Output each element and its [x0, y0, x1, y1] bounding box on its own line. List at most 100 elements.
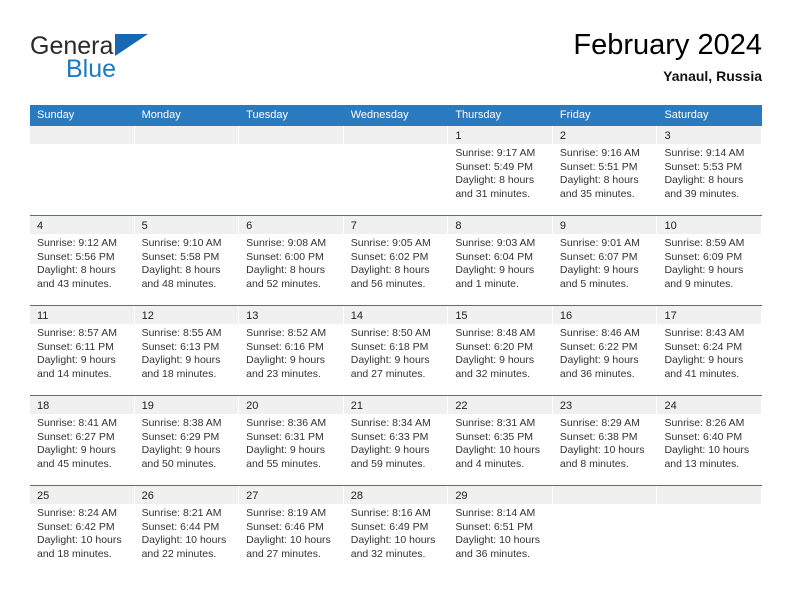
- calendar-day-cell[interactable]: 9 Sunrise: 9:01 AM Sunset: 6:07 PM Daylight…: [552, 216, 658, 305]
- calendar-day-cell[interactable]: 8 Sunrise: 9:03 AM Sunset: 6:04 PM Daylight…: [448, 216, 553, 305]
- calendar-day-cell[interactable]: 13 Sunrise: 8:52 AM Sunset: 6:16 PM Dayligh…: [239, 306, 344, 395]
- day-number: 20: [246, 400, 259, 412]
- sunset-text: Sunset: 6:24 PM: [664, 340, 743, 353]
- daylight-text: Daylight: 9 hours: [455, 264, 535, 277]
- day-number: 6: [246, 220, 253, 232]
- calendar-day-cell[interactable]: 23 Sunrise: 8:29 AM Sunset: 6:38 PM Dayligh…: [552, 396, 658, 485]
- calendar-day-cell[interactable]: 29 Sunrise: 8:14 AM Sunset: 6:51 PM Dayligh…: [448, 486, 553, 575]
- calendar-day-cell[interactable]: 3 Sunrise: 9:14 AM Sunset: 5:53 PM Daylight…: [657, 126, 763, 215]
- day-number: 29: [455, 490, 468, 502]
- calendar-day-cell[interactable]: 22 Sunrise: 8:31 AM Sunset: 6:35 PM Dayligh…: [448, 396, 553, 485]
- daylight-text: Daylight: 9 hours: [455, 354, 535, 367]
- calendar-day-cell[interactable]: 1 Sunrise: 9:17 AM Sunset: 5:49 PM Daylight…: [448, 126, 553, 215]
- day-number: 17: [664, 310, 677, 322]
- sunrise-text: Sunrise: 8:26 AM: [664, 417, 745, 429]
- daylight-text: Daylight: 9 hours: [664, 354, 744, 367]
- calendar-day-cell[interactable]: 26 Sunrise: 8:21 AM Sunset: 6:44 PM Dayligh…: [134, 486, 240, 575]
- daylight-text-cont: and 8 minutes.: [559, 457, 629, 470]
- sunrise-text: Sunrise: 8:52 AM: [246, 327, 327, 339]
- calendar-day-cell-empty: [552, 486, 658, 575]
- daylight-text: Daylight: 10 hours: [350, 534, 436, 547]
- day-number-band: 27: [239, 486, 343, 504]
- day-number: 2: [559, 130, 567, 142]
- sunset-text: Sunset: 5:51 PM: [559, 160, 638, 173]
- calendar-day-cell[interactable]: 27 Sunrise: 8:19 AM Sunset: 6:46 PM Dayligh…: [239, 486, 344, 575]
- day-details: Sunrise: 8:50 AM Sunset: 6:18 PM Daylight:…: [344, 324, 448, 381]
- sunset-text: Sunset: 6:16 PM: [246, 340, 324, 353]
- calendar-week-row: 18 Sunrise: 8:41 AM Sunset: 6:27 PM Dayligh…: [30, 395, 763, 485]
- sunrise-text: Sunrise: 8:34 AM: [350, 417, 431, 429]
- calendar-day-cell[interactable]: 14 Sunrise: 8:50 AM Sunset: 6:18 PM Dayligh…: [343, 306, 449, 395]
- day-number: 5: [141, 220, 148, 232]
- daylight-text: Daylight: 10 hours: [455, 444, 540, 457]
- sunrise-text: Sunrise: 9:16 AM: [559, 147, 640, 159]
- day-details: Sunrise: 8:19 AM Sunset: 6:46 PM Daylight:…: [239, 504, 343, 561]
- calendar-day-cell[interactable]: 17 Sunrise: 8:43 AM Sunset: 6:24 PM Dayligh…: [657, 306, 763, 395]
- sunset-text: Sunset: 6:02 PM: [350, 250, 429, 263]
- daylight-text-cont: and 27 minutes.: [246, 547, 321, 560]
- day-details: Sunrise: 8:57 AM Sunset: 6:11 PM Daylight:…: [30, 324, 134, 381]
- calendar-day-cell[interactable]: 5 Sunrise: 9:10 AM Sunset: 5:58 PM Daylight…: [134, 216, 240, 305]
- calendar-day-cell[interactable]: 18 Sunrise: 8:41 AM Sunset: 6:27 PM Dayligh…: [30, 396, 135, 485]
- calendar-day-cell[interactable]: 19 Sunrise: 8:38 AM Sunset: 6:29 PM Dayligh…: [134, 396, 240, 485]
- calendar-day-cell[interactable]: 25 Sunrise: 8:24 AM Sunset: 6:42 PM Dayligh…: [30, 486, 135, 575]
- day-details: Sunrise: 9:17 AM Sunset: 5:49 PM Daylight:…: [448, 144, 552, 201]
- sunrise-text: Sunrise: 9:05 AM: [350, 237, 431, 249]
- day-number-band: 23: [552, 396, 657, 414]
- day-details: Sunrise: 8:31 AM Sunset: 6:35 PM Daylight:…: [448, 414, 552, 471]
- weekday-header-friday: Friday: [559, 109, 591, 121]
- location-subtitle: Yanaul, Russia: [663, 68, 762, 84]
- calendar-day-cell[interactable]: 24 Sunrise: 8:26 AM Sunset: 6:40 PM Dayligh…: [657, 396, 763, 485]
- logo-general-blue[interactable]: General Blue: [30, 32, 270, 90]
- day-number: 12: [141, 310, 154, 322]
- daylight-text: Daylight: 10 hours: [37, 534, 122, 547]
- calendar-day-cell[interactable]: 20 Sunrise: 8:36 AM Sunset: 6:31 PM Dayligh…: [239, 396, 344, 485]
- daylight-text-cont: and 1 minute.: [455, 277, 519, 290]
- day-number-band: 25: [30, 486, 134, 504]
- calendar-day-cell[interactable]: 2 Sunrise: 9:16 AM Sunset: 5:51 PM Daylight…: [552, 126, 658, 215]
- calendar-week-row: 1 Sunrise: 9:17 AM Sunset: 5:49 PM Daylight…: [30, 126, 763, 215]
- sunset-text: Sunset: 6:00 PM: [246, 250, 324, 263]
- daylight-text: Daylight: 9 hours: [559, 354, 639, 367]
- day-number-band: [657, 486, 762, 504]
- daylight-text: Daylight: 10 hours: [664, 444, 750, 457]
- logo-text-blue: Blue: [66, 55, 117, 83]
- calendar-week-row: 25 Sunrise: 8:24 AM Sunset: 6:42 PM Dayligh…: [30, 485, 763, 575]
- sunset-text: Sunset: 5:49 PM: [455, 160, 533, 173]
- day-number-band: 24: [657, 396, 762, 414]
- sunset-text: Sunset: 6:27 PM: [37, 430, 115, 443]
- day-number-band: 11: [30, 306, 134, 324]
- calendar-day-cell[interactable]: 21 Sunrise: 8:34 AM Sunset: 6:33 PM Dayligh…: [343, 396, 449, 485]
- day-number-band: 18: [30, 396, 134, 414]
- calendar-page: General Blue February 2024 Yanaul, Russi…: [0, 0, 792, 612]
- calendar-day-cell[interactable]: 16 Sunrise: 8:46 AM Sunset: 6:22 PM Dayligh…: [552, 306, 658, 395]
- calendar-day-cell[interactable]: 12 Sunrise: 8:55 AM Sunset: 6:13 PM Dayligh…: [134, 306, 240, 395]
- sunrise-text: Sunrise: 8:46 AM: [559, 327, 640, 339]
- sunset-text: Sunset: 6:22 PM: [559, 340, 638, 353]
- day-number: 24: [664, 400, 677, 412]
- calendar-day-cell[interactable]: 28 Sunrise: 8:16 AM Sunset: 6:49 PM Dayligh…: [343, 486, 449, 575]
- calendar-day-cell[interactable]: 6 Sunrise: 9:08 AM Sunset: 6:00 PM Daylight…: [239, 216, 344, 305]
- day-number-band: 17: [657, 306, 762, 324]
- day-details: Sunrise: 8:43 AM Sunset: 6:24 PM Daylight:…: [657, 324, 761, 381]
- day-number-band: 8: [448, 216, 552, 234]
- sunset-text: Sunset: 6:35 PM: [455, 430, 533, 443]
- day-details: Sunrise: 8:48 AM Sunset: 6:20 PM Daylight:…: [448, 324, 552, 381]
- calendar-day-cell[interactable]: 11 Sunrise: 8:57 AM Sunset: 6:11 PM Dayligh…: [30, 306, 135, 395]
- sunset-text: Sunset: 5:58 PM: [141, 250, 220, 263]
- daylight-text-cont: and 41 minutes.: [664, 367, 740, 380]
- calendar-day-cell[interactable]: 7 Sunrise: 9:05 AM Sunset: 6:02 PM Daylight…: [343, 216, 449, 305]
- day-details: Sunrise: 9:08 AM Sunset: 6:00 PM Daylight:…: [239, 234, 343, 291]
- daylight-text: Daylight: 9 hours: [141, 444, 221, 457]
- calendar-day-cell[interactable]: 10 Sunrise: 8:59 AM Sunset: 6:09 PM Dayligh…: [657, 216, 763, 305]
- calendar-day-cell[interactable]: 4 Sunrise: 9:12 AM Sunset: 5:56 PM Daylight…: [30, 216, 135, 305]
- day-details: Sunrise: 9:14 AM Sunset: 5:53 PM Daylight:…: [657, 144, 761, 201]
- weekday-header-monday: Monday: [141, 109, 181, 121]
- daylight-text-cont: and 56 minutes.: [350, 277, 426, 290]
- daylight-text: Daylight: 8 hours: [246, 264, 325, 277]
- calendar-day-cell[interactable]: 15 Sunrise: 8:48 AM Sunset: 6:20 PM Dayligh…: [448, 306, 553, 395]
- sunrise-text: Sunrise: 8:43 AM: [664, 327, 745, 339]
- sunrise-text: Sunrise: 8:50 AM: [350, 327, 431, 339]
- daylight-text-cont: and 32 minutes.: [455, 367, 531, 380]
- daylight-text-cont: and 4 minutes.: [455, 457, 525, 470]
